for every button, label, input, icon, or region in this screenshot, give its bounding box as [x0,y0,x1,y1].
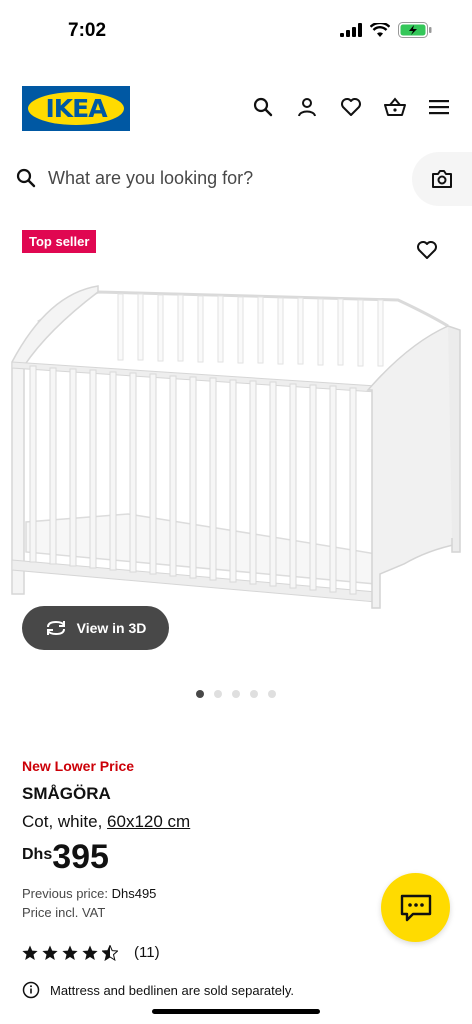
star-icon [62,945,78,960]
app-header: IKEA [0,86,472,132]
carousel-dot[interactable] [268,690,276,698]
carousel-dot[interactable] [250,690,258,698]
logo-text: IKEA [45,94,107,123]
heart-icon [417,241,437,259]
product-image-carousel[interactable]: Top seller View in 3D [0,222,472,662]
info-icon [22,981,40,999]
status-icons [340,22,432,38]
price-currency: Dhs [22,846,53,863]
star-icon [82,945,98,960]
menu-icon[interactable] [428,96,450,118]
notice-text: Mattress and bedlinen are sold separatel… [50,982,295,998]
half-star-icon [102,944,118,961]
top-seller-badge: Top seller [22,230,97,253]
separate-sale-notice: Mattress and bedlinen are sold separatel… [22,981,452,999]
user-icon[interactable] [296,96,318,118]
search-bar[interactable]: What are you looking for? [0,152,472,206]
search-icon [16,168,36,193]
view-in-3d-label: View in 3D [76,620,147,636]
chat-icon [400,894,431,921]
basket-icon[interactable] [384,96,406,118]
product-name: SMÅGÖRA [22,784,111,803]
wifi-icon [370,22,390,37]
star-icon [42,945,58,960]
favourite-button[interactable] [416,240,440,264]
signal-icon [340,23,362,37]
status-bar: 7:02 [0,0,472,64]
header-icons [252,96,450,118]
search-input[interactable]: What are you looking for? [48,168,253,189]
product-description: Cot, white, 60x120 cm [22,812,191,831]
carousel-dot[interactable] [232,690,240,698]
ikea-logo[interactable]: IKEA [22,86,130,131]
product-rating[interactable]: (11) [22,944,452,961]
camera-icon [432,170,452,188]
star-icon [22,945,38,960]
price-amount: 395 [52,838,109,876]
carousel-dots [196,690,276,698]
search-icon[interactable] [252,96,274,118]
carousel-dot[interactable] [214,690,222,698]
heart-icon[interactable] [340,96,362,118]
promo-label: New Lower Price [22,758,135,774]
rotate-3d-icon [46,620,65,636]
home-indicator [152,1009,320,1014]
view-in-3d-button[interactable]: View in 3D [22,606,169,650]
battery-icon [398,22,432,38]
product-info: New Lower Price SMÅGÖRA Cot, white, 60x1… [22,758,452,999]
product-price: Dhs 395 [22,840,452,874]
rating-count[interactable]: (11) [134,944,160,961]
crib-image [11,285,461,609]
chat-button[interactable] [381,873,450,942]
carousel-dot[interactable] [196,690,204,698]
status-time: 7:02 [68,20,107,41]
camera-search-button[interactable] [412,152,472,206]
measurement-link[interactable]: 60x120 cm [107,812,190,831]
